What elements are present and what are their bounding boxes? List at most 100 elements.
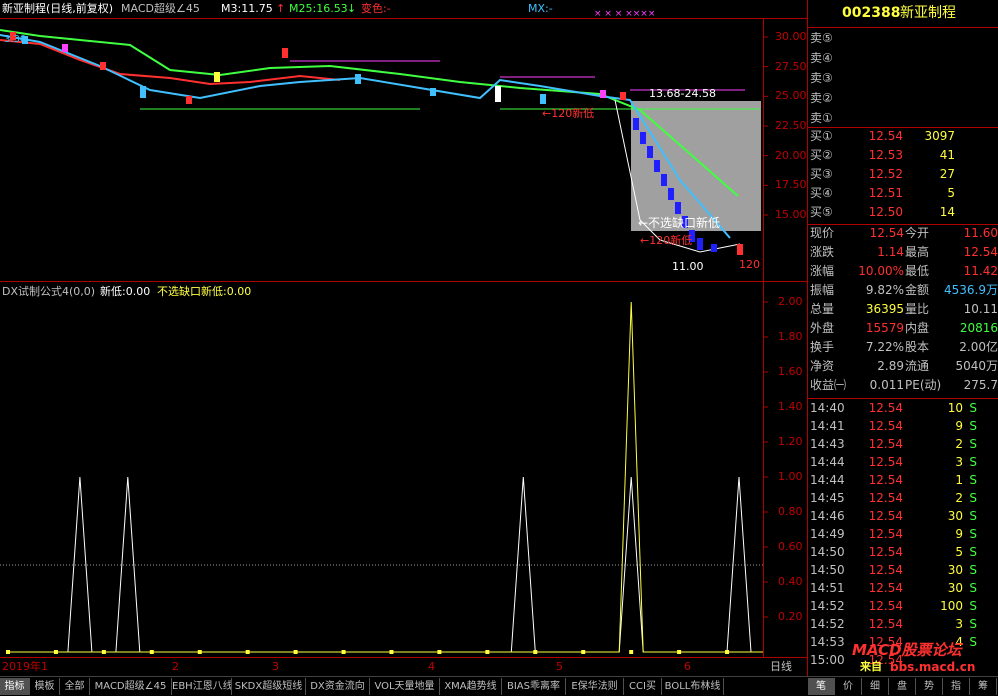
tick-row: 14:52 12.54 100 S [808, 597, 998, 616]
m25-value: M25:16.53 [289, 2, 348, 15]
stat-key: 涨跌 [810, 245, 835, 259]
tick-side: S [969, 437, 977, 451]
indicator-tick-label: 0.60 [778, 540, 803, 553]
x-label-1: 2 [172, 660, 179, 673]
tick-row: 14:41 12.54 9 S [808, 417, 998, 436]
tick-row: 14:45 12.54 2 S [808, 489, 998, 508]
tick-price: 12.54 [868, 419, 903, 433]
indicator-tick-label: 1.80 [778, 330, 803, 343]
tick-price: 12.54 [868, 599, 903, 613]
stat-key: 换手 [810, 340, 835, 354]
stat-value-2: 20816 [959, 321, 998, 335]
stat-value-2: 10.11 [963, 302, 998, 316]
stat-key: 总量 [810, 302, 835, 316]
tab-7[interactable]: VOL天量地量 [370, 678, 440, 695]
candle [661, 174, 667, 186]
tick-price: 12.54 [868, 509, 903, 523]
tick-row: 14:44 12.54 1 S [808, 471, 998, 490]
indicator-tick-label: 0.20 [778, 610, 803, 623]
candle [711, 244, 717, 252]
tab-2[interactable]: 全部 [60, 678, 90, 695]
tick-volume: 30 [947, 581, 963, 595]
tick-volume: 3 [955, 455, 963, 469]
x-label-0: 2019年1 [2, 660, 48, 673]
candle [620, 92, 626, 100]
tick-time: 14:45 [810, 491, 845, 505]
stat-key: 净资 [810, 359, 835, 373]
sub-gap-new-low: 不选缺口新低:0.00 [157, 285, 252, 298]
bid-volume: 14 [939, 205, 955, 219]
tick-side: S [969, 509, 977, 523]
candle [647, 146, 653, 158]
right-tab-6[interactable]: 筹 [970, 678, 997, 695]
right-tab-5[interactable]: 指 [943, 678, 970, 695]
candle [600, 90, 606, 98]
stat-value: 9.82% [865, 283, 904, 297]
m3-arrow: ↑ [276, 2, 286, 15]
right-tab-3[interactable]: 盘 [889, 678, 916, 695]
tick-price: 12.54 [868, 545, 903, 559]
stat-value-2: 12.54 [963, 245, 998, 259]
indicator-chart[interactable] [0, 282, 807, 658]
candle [668, 188, 674, 200]
right-tab-2[interactable]: 细 [862, 678, 889, 695]
stat-value: 12.54 [869, 226, 904, 240]
indicator-tick-label: 0.80 [778, 505, 803, 518]
tick-side: S [969, 419, 977, 433]
tab-11[interactable]: CCI买 [624, 678, 662, 695]
tick-time: 14:44 [810, 455, 845, 469]
bid-label: 买② [810, 148, 833, 162]
tick-side: S [969, 527, 977, 541]
indicator-name[interactable]: MACD超级∠45 [121, 2, 200, 16]
tick-price: 12.54 [868, 491, 903, 505]
watermark: MACD股票论坛 [852, 641, 962, 659]
tick-row: 14:43 12.54 2 S [808, 435, 998, 454]
stat-row: 收益㈠ 0.011 PE(动) 275.7 [808, 376, 998, 395]
candle [640, 132, 646, 144]
indicator-tick-label: 1.40 [778, 400, 803, 413]
tick-volume: 9 [955, 419, 963, 433]
bid-label: 买① [810, 129, 833, 143]
tab-6[interactable]: DX资金流向 [306, 678, 370, 695]
time-axis: 2019年1 2 3 4 5 6 日线 [0, 658, 807, 676]
tab-0[interactable]: 指标 [0, 678, 30, 695]
period-label[interactable]: 日线 [770, 660, 792, 674]
candle [495, 86, 501, 102]
tab-5[interactable]: SKDX超级短线 [232, 678, 306, 695]
tick-side: S [969, 473, 977, 487]
x-label-2: 3 [272, 660, 279, 673]
tab-12[interactable]: BOLL布林线 [662, 678, 724, 695]
tick-side: S [969, 635, 977, 649]
bid-volume: 5 [947, 186, 955, 200]
stat-value: 0.011 [869, 378, 904, 392]
sub-indicator-name[interactable]: DX试制公式4(0,0) [2, 285, 95, 299]
tick-price: 12.54 [868, 617, 903, 631]
right-tab-1[interactable]: 价 [835, 678, 862, 695]
tick-time: 14:52 [810, 599, 845, 613]
tab-4[interactable]: EBH江恩八线 [172, 678, 232, 695]
x-label-5: 6 [684, 660, 691, 673]
tab-3[interactable]: MACD超级∠45 [90, 678, 172, 695]
candle [355, 74, 361, 84]
tick-price: 12.54 [868, 401, 903, 415]
tick-row: 14:51 12.54 30 S [808, 579, 998, 598]
candle [430, 88, 436, 96]
stat-row: 净资 2.89 流通 5040万 [808, 357, 998, 376]
tab-9[interactable]: BIAS乖离率 [502, 678, 566, 695]
tab-1[interactable]: 模板 [30, 678, 60, 695]
change-color-label: 变色:- [361, 2, 391, 15]
bid-price: 12.53 [868, 148, 903, 162]
tick-row: 14:50 12.54 30 S [808, 561, 998, 580]
tick-side: S [969, 401, 977, 415]
right-tab-0[interactable]: 笔 [808, 678, 835, 695]
right-tab-4[interactable]: 势 [916, 678, 943, 695]
stat-value-2: 2.00亿 [959, 340, 998, 354]
tick-volume: 100 [940, 599, 963, 613]
tab-10[interactable]: E保华法则 [566, 678, 624, 695]
stat-row: 涨跌 1.14 最高 12.54 [808, 243, 998, 262]
ask-row: 卖③ [808, 69, 998, 88]
x-label-3: 4 [428, 660, 435, 673]
tab-8[interactable]: XMA趋势线 [440, 678, 502, 695]
candle [214, 72, 220, 82]
indicator-tabs: 指标 模板 全部 MACD超级∠45 EBH江恩八线 SKDX超级短线 DX资金流向 VOL天… [0, 676, 998, 696]
